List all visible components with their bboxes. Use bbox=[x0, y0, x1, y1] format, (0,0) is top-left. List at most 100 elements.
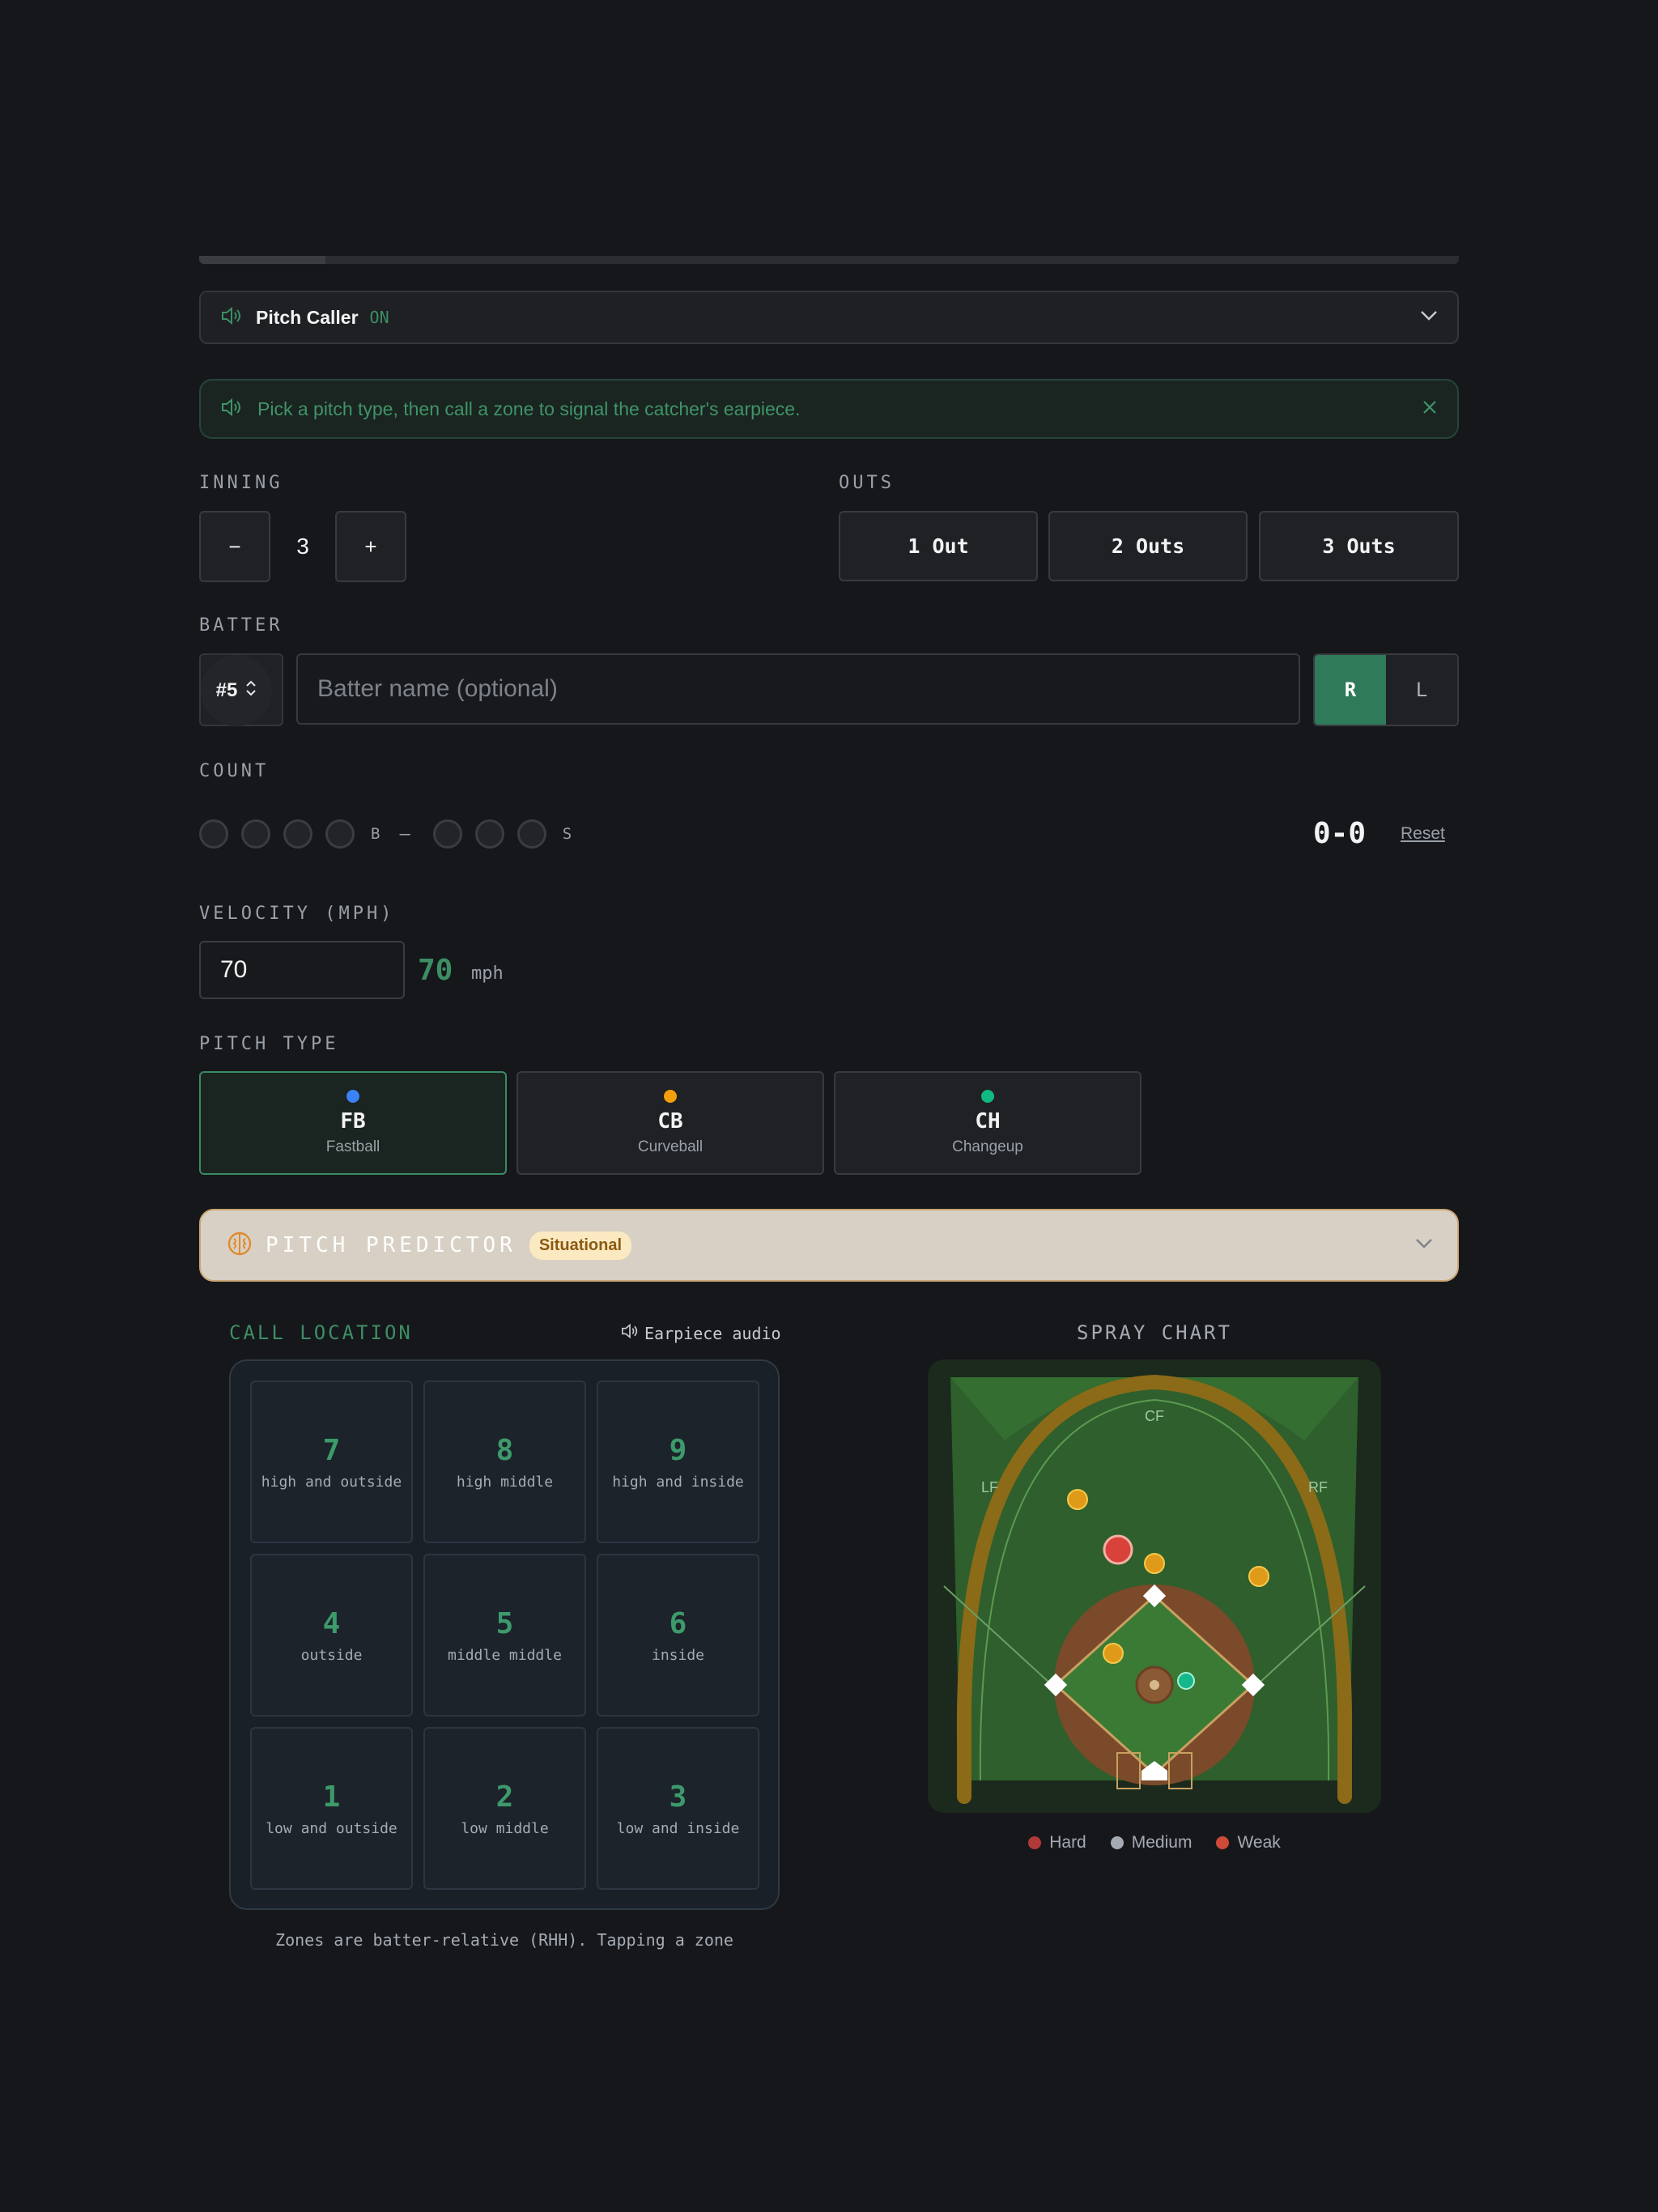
velocity-label: VELOCITY (MPH) bbox=[199, 904, 395, 924]
speaker-icon bbox=[220, 398, 243, 421]
field-label-rf: RF bbox=[1308, 1479, 1328, 1495]
zone-description: low and inside bbox=[616, 1819, 740, 1837]
zone-description: high middle bbox=[456, 1473, 554, 1491]
hit-marker[interactable] bbox=[1248, 1566, 1269, 1587]
field-label-lf: LF bbox=[981, 1479, 999, 1495]
hit-marker[interactable] bbox=[1144, 1553, 1165, 1574]
pitchers-rubber bbox=[1150, 1680, 1159, 1690]
hit-marker[interactable] bbox=[1177, 1672, 1195, 1690]
pitch-abbr: CB bbox=[657, 1109, 683, 1134]
ball-dot[interactable] bbox=[199, 819, 228, 849]
batter-hand-toggle[interactable]: R L bbox=[1313, 653, 1459, 726]
brain-icon bbox=[227, 1231, 253, 1261]
legend-label: Medium bbox=[1131, 1833, 1192, 1852]
earpiece-audio-label: Earpiece audio bbox=[644, 1323, 781, 1343]
hand-left-button[interactable]: L bbox=[1386, 655, 1457, 725]
strike-dot[interactable] bbox=[474, 819, 504, 849]
zone-number: 3 bbox=[669, 1780, 687, 1814]
zone-footer-note: Zones are batter-relative (RHH). Tapping… bbox=[275, 1930, 733, 1950]
zone-7[interactable]: 7 high and outside bbox=[250, 1380, 413, 1543]
close-icon[interactable] bbox=[1422, 399, 1438, 419]
outs-1-button[interactable]: 1 Out bbox=[839, 511, 1038, 581]
earpiece-audio-toggle[interactable]: Earpiece audio bbox=[620, 1323, 781, 1343]
count-dots: B – S bbox=[199, 819, 572, 849]
count-label: COUNT bbox=[199, 761, 270, 781]
legend-label: Hard bbox=[1049, 1833, 1086, 1852]
zone-description: middle middle bbox=[448, 1646, 562, 1664]
inning-label: INNING bbox=[199, 473, 283, 493]
zone-description: inside bbox=[651, 1646, 705, 1664]
count-reset-link[interactable]: Reset bbox=[1401, 824, 1445, 844]
pitch-abbr: FB bbox=[340, 1109, 366, 1134]
hit-marker[interactable] bbox=[1103, 1534, 1133, 1565]
zone-2[interactable]: 2 low middle bbox=[423, 1727, 586, 1890]
pitch-type-changeup[interactable]: CH Changeup bbox=[834, 1071, 1141, 1175]
zone-6[interactable]: 6 inside bbox=[597, 1554, 759, 1716]
batter-name-input[interactable] bbox=[296, 653, 1300, 725]
legend-dot bbox=[1216, 1836, 1230, 1849]
spray-chart: CF LF RF bbox=[928, 1359, 1381, 1813]
chevron-down-icon[interactable] bbox=[1415, 1238, 1433, 1253]
strike-dot[interactable] bbox=[517, 819, 546, 849]
legend-dot bbox=[1110, 1836, 1124, 1849]
pitch-caller-status: ON bbox=[369, 308, 389, 327]
velocity-unit: mph bbox=[471, 963, 504, 984]
legend-item-weak: Weak bbox=[1216, 1833, 1281, 1853]
zone-number: 1 bbox=[322, 1780, 341, 1814]
outs-3-button[interactable]: 3 Outs bbox=[1259, 511, 1459, 581]
inning-increment-button[interactable]: + bbox=[335, 511, 406, 582]
batter-label: BATTER bbox=[199, 615, 283, 636]
zone-number: 6 bbox=[669, 1606, 687, 1640]
velocity-input[interactable] bbox=[199, 941, 405, 999]
hand-right-button[interactable]: R bbox=[1315, 655, 1386, 725]
pitch-type-fastball[interactable]: FB Fastball bbox=[199, 1071, 507, 1175]
batter-number-value: #5 bbox=[215, 679, 238, 701]
zone-number: 9 bbox=[669, 1433, 687, 1467]
zone-description: high and inside bbox=[612, 1473, 744, 1491]
balls-label: B bbox=[371, 825, 380, 843]
zone-1[interactable]: 1 low and outside bbox=[250, 1727, 413, 1890]
hit-marker[interactable] bbox=[1067, 1489, 1088, 1510]
zone-3[interactable]: 3 low and inside bbox=[597, 1727, 759, 1890]
zone-number: 7 bbox=[322, 1433, 341, 1467]
zone-description: low middle bbox=[461, 1819, 549, 1837]
tip-text: Pick a pitch type, then call a zone to s… bbox=[257, 398, 801, 419]
zone-4[interactable]: 4 outside bbox=[250, 1554, 413, 1716]
progress-fill bbox=[199, 256, 325, 264]
zone-description: high and outside bbox=[261, 1473, 402, 1491]
outs-2-button[interactable]: 2 Outs bbox=[1048, 511, 1248, 581]
chevron-down-icon[interactable] bbox=[1420, 310, 1438, 325]
pitch-caller-header[interactable]: Pitch Caller ON bbox=[199, 291, 1459, 344]
field-label-cf: CF bbox=[1145, 1408, 1164, 1424]
strikes-label: S bbox=[562, 825, 572, 843]
batter-number-select[interactable]: #5 bbox=[199, 653, 283, 726]
legend-label: Weak bbox=[1237, 1833, 1281, 1852]
zone-9[interactable]: 9 high and inside bbox=[597, 1380, 759, 1543]
legend-item-hard: Hard bbox=[1028, 1833, 1086, 1853]
hit-marker[interactable] bbox=[1103, 1643, 1124, 1664]
pitch-predictor-header[interactable]: PITCH PREDICTOR Situational bbox=[199, 1209, 1459, 1282]
zone-description: low and outside bbox=[266, 1819, 397, 1837]
updown-icon bbox=[245, 679, 257, 703]
strike-dot[interactable] bbox=[432, 819, 462, 849]
zone-description: outside bbox=[300, 1646, 363, 1664]
inning-decrement-button[interactable]: − bbox=[199, 511, 270, 582]
spray-chart-label: SPRAY CHART bbox=[1077, 1321, 1232, 1344]
fastball-color-dot bbox=[346, 1090, 359, 1103]
zone-number: 2 bbox=[495, 1780, 514, 1814]
pitch-name: Fastball bbox=[325, 1138, 380, 1155]
ball-dot[interactable] bbox=[325, 819, 355, 849]
ball-dot[interactable] bbox=[241, 819, 270, 849]
pitch-type-curveball[interactable]: CB Curveball bbox=[517, 1071, 824, 1175]
zone-5[interactable]: 5 middle middle bbox=[423, 1554, 586, 1716]
speaker-icon bbox=[220, 306, 243, 330]
zone-8[interactable]: 8 high middle bbox=[423, 1380, 586, 1543]
zone-number: 4 bbox=[322, 1606, 341, 1640]
pitch-name: Curveball bbox=[637, 1138, 704, 1155]
legend-item-medium: Medium bbox=[1110, 1833, 1192, 1853]
zone-number: 8 bbox=[495, 1433, 514, 1467]
baseball-field bbox=[943, 1374, 1366, 1804]
changeup-color-dot bbox=[981, 1090, 994, 1103]
ball-dot[interactable] bbox=[283, 819, 312, 849]
spray-chart-legend: Hard Medium Weak bbox=[928, 1833, 1381, 1853]
